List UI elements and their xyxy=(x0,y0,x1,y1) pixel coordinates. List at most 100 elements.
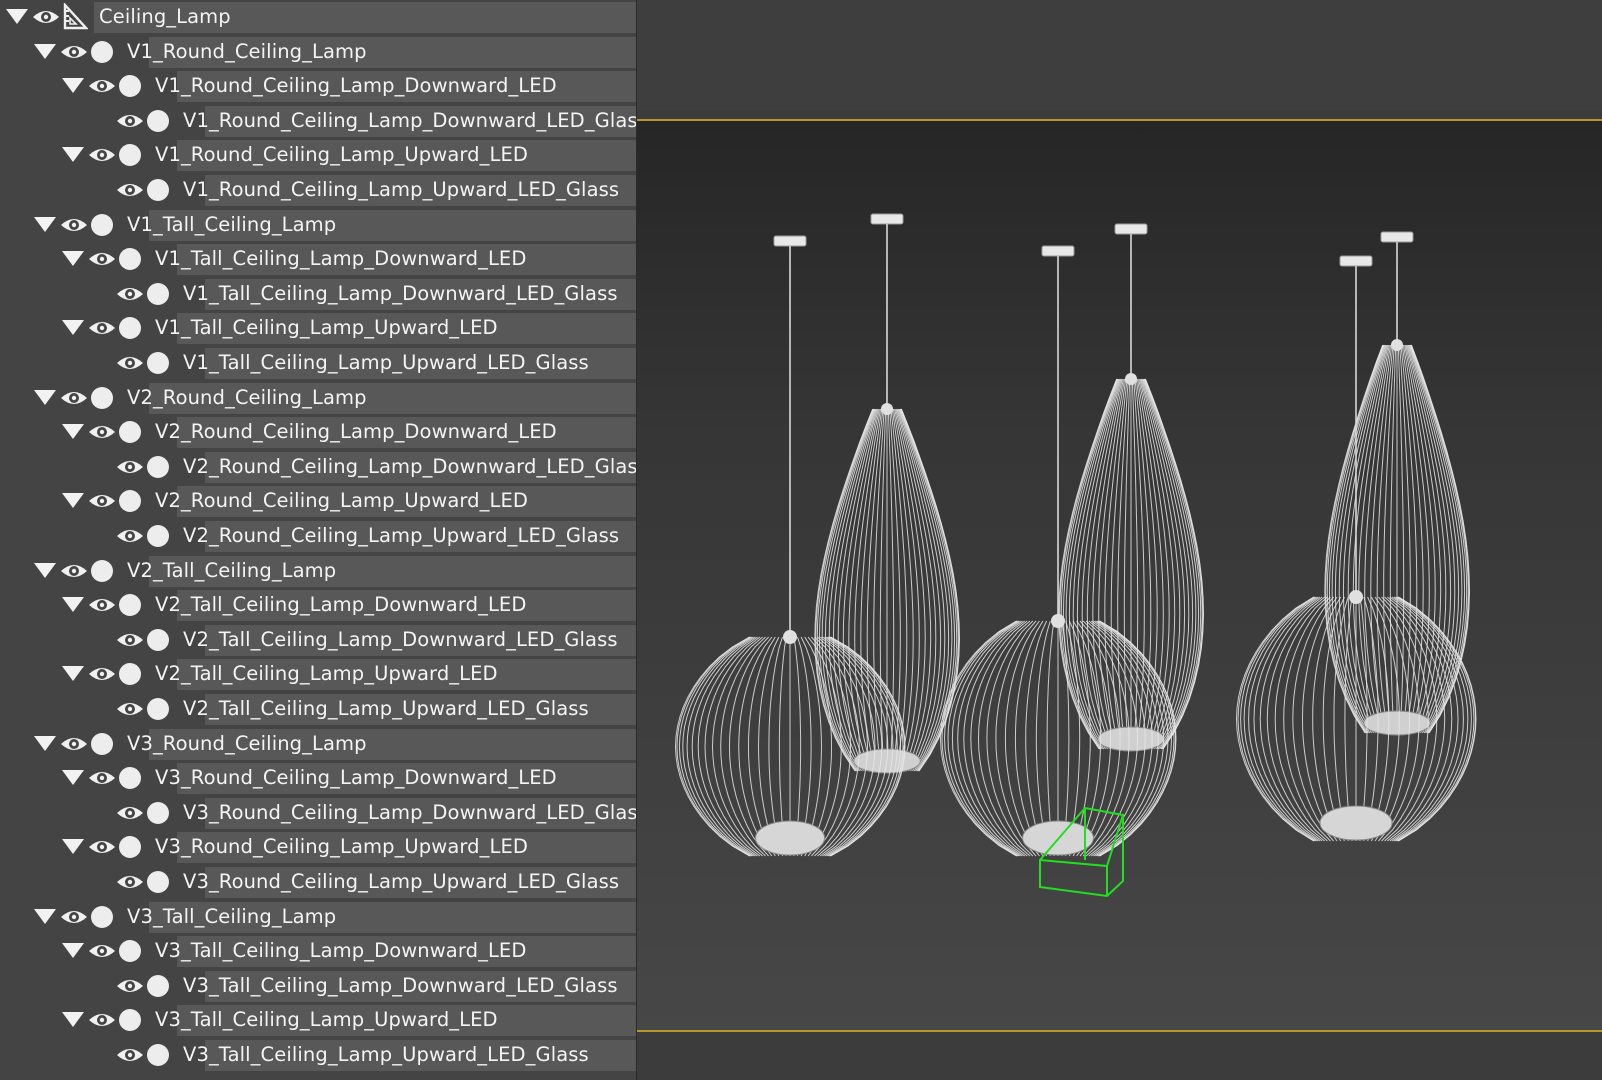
circle-icon[interactable] xyxy=(91,732,113,755)
outliner-row[interactable]: V1_Tall_Ceiling_Lamp xyxy=(0,208,636,242)
circle-icon[interactable] xyxy=(147,871,169,893)
outliner-row[interactable]: V1_Tall_Ceiling_Lamp_Downward_LED xyxy=(0,242,636,276)
eye-icon[interactable] xyxy=(87,144,117,166)
circle-icon[interactable] xyxy=(119,663,141,686)
circle-icon[interactable] xyxy=(91,213,113,236)
outliner-row[interactable]: V3_Tall_Ceiling_Lamp_Downward_LED_Glass xyxy=(0,969,636,1003)
chevron-down-icon[interactable] xyxy=(34,216,56,232)
eye-icon[interactable] xyxy=(87,836,117,858)
chevron-down-icon[interactable] xyxy=(34,735,56,751)
circle-icon[interactable] xyxy=(119,490,141,513)
circle-icon[interactable] xyxy=(119,767,141,790)
eye-icon[interactable] xyxy=(87,421,117,443)
eye-icon[interactable] xyxy=(115,456,145,478)
circle-icon[interactable] xyxy=(147,282,169,305)
circle-icon[interactable] xyxy=(91,386,113,409)
eye-icon[interactable] xyxy=(59,733,89,755)
chevron-down-icon[interactable] xyxy=(62,320,84,336)
eye-icon[interactable] xyxy=(87,594,117,616)
eye-icon[interactable] xyxy=(59,41,89,63)
chevron-down-icon[interactable] xyxy=(62,666,84,682)
viewport-scene[interactable] xyxy=(637,121,1602,1030)
circle-icon[interactable] xyxy=(91,40,113,63)
outliner-row[interactable]: V1_Round_Ceiling_Lamp_Downward_LED xyxy=(0,69,636,103)
circle-icon[interactable] xyxy=(119,1009,141,1032)
outliner-row[interactable]: V3_Tall_Ceiling_Lamp_Upward_LED_Glass xyxy=(0,1038,636,1072)
outliner-row[interactable]: V1_Tall_Ceiling_Lamp_Downward_LED_Glass xyxy=(0,277,636,311)
outliner-row[interactable]: V1_Round_Ceiling_Lamp_Downward_LED_Glass xyxy=(0,104,636,138)
outliner-row[interactable]: V3_Round_Ceiling_Lamp_Upward_LED xyxy=(0,830,636,864)
eye-icon[interactable] xyxy=(115,871,145,893)
eye-icon[interactable] xyxy=(115,629,145,651)
circle-icon[interactable] xyxy=(147,109,169,132)
circle-icon[interactable] xyxy=(119,75,141,98)
eye-icon[interactable] xyxy=(115,525,145,547)
outliner-row[interactable]: V2_Tall_Ceiling_Lamp_Downward_LED_Glass xyxy=(0,623,636,657)
eye-icon[interactable] xyxy=(87,75,117,97)
outliner-row[interactable]: V2_Tall_Ceiling_Lamp xyxy=(0,554,636,588)
outliner-row[interactable]: V2_Round_Ceiling_Lamp_Upward_LED_Glass xyxy=(0,519,636,553)
circle-icon[interactable] xyxy=(147,455,169,478)
outliner-row[interactable]: V2_Tall_Ceiling_Lamp_Upward_LED_Glass xyxy=(0,692,636,726)
circle-icon[interactable] xyxy=(147,352,169,374)
circle-icon[interactable] xyxy=(147,525,169,547)
circle-icon[interactable] xyxy=(147,801,169,824)
eye-icon[interactable] xyxy=(115,802,145,824)
viewport[interactable] xyxy=(637,0,1602,1080)
eye-icon[interactable] xyxy=(87,663,117,685)
circle-icon[interactable] xyxy=(147,1044,169,1066)
chevron-down-icon[interactable] xyxy=(62,251,84,267)
circle-icon[interactable] xyxy=(119,421,141,444)
eye-icon[interactable] xyxy=(59,906,89,928)
outliner-row[interactable]: V1_Round_Ceiling_Lamp xyxy=(0,35,636,69)
eye-icon[interactable] xyxy=(115,975,145,997)
eye-icon[interactable] xyxy=(59,387,89,409)
outliner-row[interactable]: V1_Round_Ceiling_Lamp_Upward_LED xyxy=(0,138,636,172)
chevron-down-icon[interactable] xyxy=(34,908,56,924)
circle-icon[interactable] xyxy=(119,836,141,859)
circle-icon[interactable] xyxy=(119,940,141,963)
chevron-down-icon[interactable] xyxy=(62,424,84,440)
chevron-down-icon[interactable] xyxy=(62,78,84,94)
eye-icon[interactable] xyxy=(87,767,117,789)
eye-icon[interactable] xyxy=(87,490,117,512)
circle-icon[interactable] xyxy=(91,559,113,582)
eye-icon[interactable] xyxy=(115,283,145,305)
circle-icon[interactable] xyxy=(147,628,169,651)
outliner-row[interactable]: V2_Round_Ceiling_Lamp_Upward_LED xyxy=(0,484,636,518)
outliner-row[interactable]: V2_Tall_Ceiling_Lamp_Downward_LED xyxy=(0,588,636,622)
chevron-down-icon[interactable] xyxy=(34,389,56,405)
eye-icon[interactable] xyxy=(31,6,61,28)
eye-icon[interactable] xyxy=(87,317,117,339)
circle-icon[interactable] xyxy=(147,698,169,720)
circle-icon[interactable] xyxy=(147,974,169,997)
chevron-down-icon[interactable] xyxy=(62,597,84,613)
chevron-down-icon[interactable] xyxy=(62,943,84,959)
circle-icon[interactable] xyxy=(91,905,113,928)
outliner-row[interactable]: V2_Tall_Ceiling_Lamp_Upward_LED xyxy=(0,657,636,691)
eye-icon[interactable] xyxy=(115,110,145,132)
outliner-row[interactable]: V2_Round_Ceiling_Lamp_Downward_LED xyxy=(0,415,636,449)
eye-icon[interactable] xyxy=(87,1009,117,1031)
circle-icon[interactable] xyxy=(119,248,141,271)
chevron-down-icon[interactable] xyxy=(62,839,84,855)
eye-icon[interactable] xyxy=(115,352,145,374)
circle-icon[interactable] xyxy=(119,594,141,617)
chevron-down-icon[interactable] xyxy=(62,147,84,163)
eye-icon[interactable] xyxy=(59,560,89,582)
outliner-row[interactable]: V3_Tall_Ceiling_Lamp_Upward_LED xyxy=(0,1003,636,1037)
outliner-row[interactable]: V3_Round_Ceiling_Lamp xyxy=(0,727,636,761)
circle-icon[interactable] xyxy=(119,144,141,167)
eye-icon[interactable] xyxy=(115,698,145,720)
chevron-down-icon[interactable] xyxy=(34,562,56,578)
outliner-row[interactable]: V2_Round_Ceiling_Lamp_Downward_LED_Glass xyxy=(0,450,636,484)
chevron-down-icon[interactable] xyxy=(62,493,84,509)
eye-icon[interactable] xyxy=(59,214,89,236)
outliner-row[interactable]: V2_Round_Ceiling_Lamp xyxy=(0,381,636,415)
outliner-row[interactable]: V3_Tall_Ceiling_Lamp xyxy=(0,900,636,934)
outliner-row[interactable]: V1_Round_Ceiling_Lamp_Upward_LED_Glass xyxy=(0,173,636,207)
outliner-row[interactable]: V3_Round_Ceiling_Lamp_Upward_LED_Glass xyxy=(0,865,636,899)
eye-icon[interactable] xyxy=(87,940,117,962)
outliner-row[interactable]: V3_Round_Ceiling_Lamp_Downward_LED xyxy=(0,761,636,795)
chevron-down-icon[interactable] xyxy=(34,43,56,59)
